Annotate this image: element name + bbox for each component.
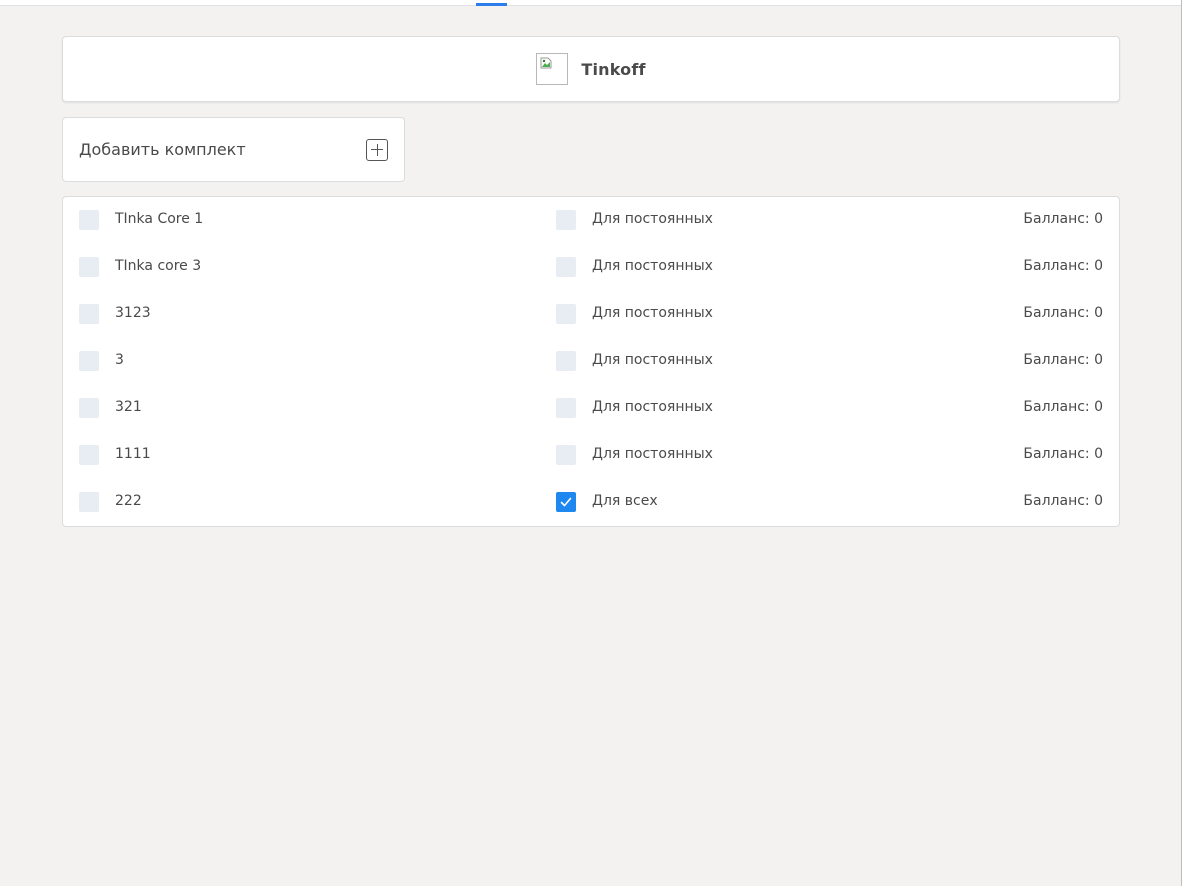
kit-balance: Балланс: 0 <box>1023 352 1103 368</box>
kit-balance: Балланс: 0 <box>1023 211 1103 227</box>
kit-group-checkbox[interactable] <box>556 351 576 371</box>
kit-balance: Балланс: 0 <box>1023 493 1103 509</box>
bank-header-card: Tinkoff <box>62 36 1120 102</box>
kit-row: 1111 Для постоянных Балланс: 0 <box>63 432 1119 479</box>
kit-name: TInka core 3 <box>115 258 202 274</box>
kit-group-checkbox[interactable] <box>556 257 576 277</box>
kit-name: 3123 <box>115 305 151 321</box>
kits-list: TInka Core 1 Для постоянных Балланс: 0 TInk… <box>62 196 1120 527</box>
checkmark-icon <box>560 497 572 507</box>
kit-name: 3 <box>115 352 124 368</box>
kit-select-checkbox[interactable] <box>79 398 99 418</box>
kit-group-label: Для постоянных <box>592 258 713 274</box>
kit-group-label: Для постоянных <box>592 352 713 368</box>
kit-row: 321 Для постоянных Балланс: 0 <box>63 385 1119 432</box>
kit-select-checkbox[interactable] <box>79 210 99 230</box>
kit-row: 3 Для постоянных Балланс: 0 <box>63 338 1119 385</box>
kit-group-checkbox[interactable] <box>556 492 576 512</box>
kit-row: 3123 Для постоянных Балланс: 0 <box>63 291 1119 338</box>
kit-group-label: Для постоянных <box>592 399 713 415</box>
kit-balance: Балланс: 0 <box>1023 446 1103 462</box>
kit-name: TInka Core 1 <box>115 211 204 227</box>
kit-name: 222 <box>115 493 142 509</box>
kit-group-checkbox[interactable] <box>556 445 576 465</box>
active-tab-indicator <box>476 3 507 6</box>
bank-name: Tinkoff <box>581 59 646 79</box>
kit-name: 1111 <box>115 446 151 462</box>
kit-select-checkbox[interactable] <box>79 492 99 512</box>
kit-balance: Балланс: 0 <box>1023 399 1103 415</box>
kit-group-label: Для постоянных <box>592 446 713 462</box>
kit-name: 321 <box>115 399 142 415</box>
kit-select-checkbox[interactable] <box>79 304 99 324</box>
kit-select-checkbox[interactable] <box>79 445 99 465</box>
kit-group-label: Для всех <box>592 493 658 509</box>
kit-group-label: Для постоянных <box>592 305 713 321</box>
kit-row: TInka core 3 Для постоянных Балланс: 0 <box>63 244 1119 291</box>
kit-group-label: Для постоянных <box>592 211 713 227</box>
plus-square-icon[interactable] <box>366 138 388 161</box>
kit-select-checkbox[interactable] <box>79 257 99 277</box>
kit-balance: Балланс: 0 <box>1023 305 1103 321</box>
kit-group-checkbox[interactable] <box>556 304 576 324</box>
broken-image-icon <box>536 53 569 85</box>
kit-row: 222 Для всех Балланс: 0 <box>63 479 1119 526</box>
kit-group-checkbox[interactable] <box>556 398 576 418</box>
top-bar <box>0 0 1184 6</box>
kit-select-checkbox[interactable] <box>79 351 99 371</box>
kit-group-checkbox[interactable] <box>556 210 576 230</box>
add-kit-label: Добавить комплект <box>79 140 246 159</box>
kit-row: TInka Core 1 Для постоянных Балланс: 0 <box>63 197 1119 244</box>
add-kit-button[interactable]: Добавить комплект <box>62 117 405 182</box>
kit-balance: Балланс: 0 <box>1023 258 1103 274</box>
